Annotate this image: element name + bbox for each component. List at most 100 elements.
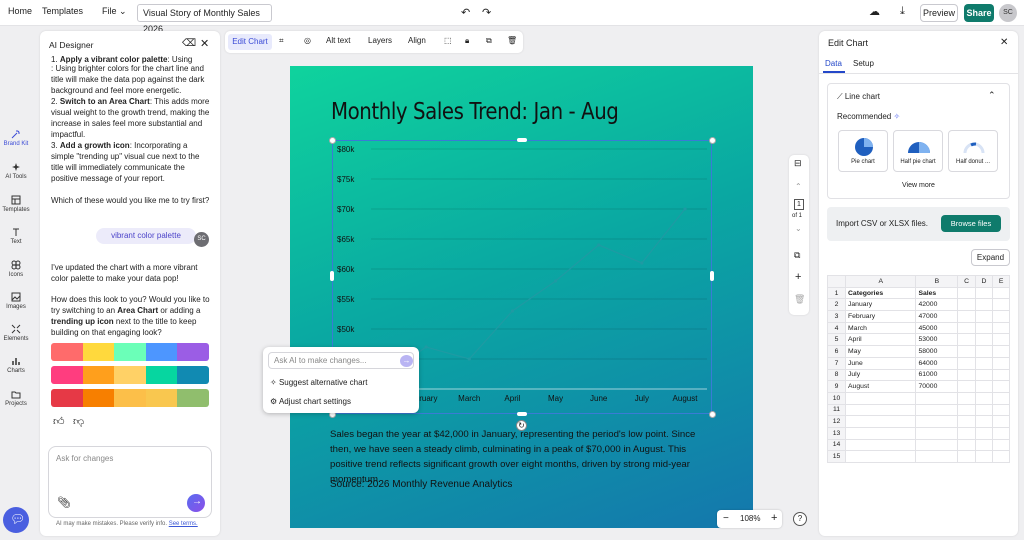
- slide-description[interactable]: Sales began the year at $42,000 in Janua…: [330, 427, 715, 487]
- page-number[interactable]: 1: [794, 199, 804, 210]
- sheet-cell[interactable]: [844, 450, 917, 463]
- sheet-cell[interactable]: D: [974, 275, 994, 288]
- sheet-cell[interactable]: [957, 286, 976, 300]
- sheet-cell[interactable]: [992, 450, 1010, 463]
- layers-button[interactable]: Layers: [368, 36, 392, 45]
- sheet-cell[interactable]: [974, 321, 994, 335]
- sheet-cell[interactable]: [957, 356, 976, 370]
- sheet-cell[interactable]: [992, 415, 1010, 428]
- lock-icon[interactable]: 🔒︎: [465, 36, 469, 46]
- resize-handle[interactable]: [517, 138, 527, 142]
- half-pie-chart-option[interactable]: Half pie chart: [893, 130, 943, 172]
- sheet-cell[interactable]: [974, 345, 994, 358]
- sheet-cell[interactable]: [974, 356, 994, 370]
- sheet-cell[interactable]: Sales: [915, 286, 959, 300]
- chat-fab-button[interactable]: 💬︎: [3, 507, 29, 533]
- help-icon[interactable]: ?: [793, 512, 807, 526]
- sheet-cell[interactable]: 47000: [915, 310, 959, 323]
- rail-images[interactable]: Images: [0, 292, 32, 310]
- sheet-cell[interactable]: [974, 415, 994, 428]
- sheet-cell[interactable]: August: [844, 380, 917, 393]
- templates-link[interactable]: Templates: [42, 6, 83, 16]
- sheet-cell[interactable]: [992, 356, 1010, 370]
- document-name-field[interactable]: Visual Story of Monthly Sales 2026: [137, 4, 272, 34]
- crop-icon[interactable]: ⌗: [279, 36, 284, 46]
- add-page-icon[interactable]: +: [795, 271, 801, 283]
- edit-chart-button[interactable]: Edit Chart: [228, 34, 272, 50]
- zoom-in-button[interactable]: +: [771, 512, 777, 524]
- slide-title[interactable]: Monthly Sales Trend: Jan - Aug: [331, 99, 619, 125]
- preview-button[interactable]: Preview: [920, 4, 958, 22]
- eraser-icon[interactable]: ⌫: [182, 38, 196, 49]
- rail-charts[interactable]: Charts: [0, 356, 32, 374]
- sheet-cell[interactable]: 53000: [915, 333, 959, 347]
- sheet-cell[interactable]: [974, 450, 994, 463]
- resize-handle[interactable]: [709, 411, 716, 418]
- sheet-cell[interactable]: 58000: [915, 345, 959, 358]
- resize-handle[interactable]: [709, 137, 716, 144]
- zoom-level[interactable]: 108%: [740, 514, 760, 523]
- zoom-out-button[interactable]: −: [723, 513, 729, 524]
- color-palette-option-3[interactable]: [51, 389, 209, 407]
- cloud-sync-icon[interactable]: ☁: [869, 5, 880, 18]
- sheet-cell[interactable]: [992, 286, 1010, 300]
- sheet-cell[interactable]: 70000: [915, 380, 959, 393]
- file-menu[interactable]: File ⌄: [102, 6, 127, 17]
- resize-handle[interactable]: [517, 412, 527, 416]
- rail-elements[interactable]: Elements: [0, 324, 32, 342]
- sheet-cell[interactable]: [915, 391, 959, 405]
- sheet-cell[interactable]: [844, 426, 917, 440]
- sheet-cell[interactable]: [974, 368, 994, 382]
- suggest-alternative-chart-option[interactable]: ✧ Suggest alternative chart: [270, 378, 367, 387]
- align-button[interactable]: Align: [408, 36, 426, 45]
- sheet-cell[interactable]: [915, 426, 959, 440]
- sheet-cell[interactable]: [915, 415, 959, 428]
- chevron-down-icon[interactable]: ⌄: [795, 224, 802, 233]
- sheet-cell[interactable]: C: [957, 275, 976, 288]
- rail-projects[interactable]: Projects: [0, 389, 32, 407]
- sheet-cell[interactable]: [992, 310, 1010, 323]
- sheet-cell[interactable]: 61000: [915, 368, 959, 382]
- sheet-cell[interactable]: [974, 298, 994, 312]
- sheet-cell[interactable]: April: [844, 333, 917, 347]
- sheet-cell[interactable]: [974, 426, 994, 440]
- resize-handle[interactable]: [330, 271, 334, 281]
- half-donut-chart-option[interactable]: Half donut ...: [948, 130, 998, 172]
- rail-brand-kit[interactable]: Brand Kit: [0, 129, 32, 147]
- sheet-cell[interactable]: E: [992, 275, 1010, 288]
- view-more-link[interactable]: View more: [902, 182, 935, 189]
- sheet-cell[interactable]: [992, 298, 1010, 312]
- send-button[interactable]: →: [187, 494, 205, 512]
- sheet-cell[interactable]: [844, 438, 917, 452]
- sheet-cell[interactable]: Categories: [844, 286, 917, 300]
- sheet-cell[interactable]: [974, 391, 994, 405]
- sheet-cell[interactable]: [957, 298, 976, 312]
- ask-for-changes-input[interactable]: Ask for changes 📎︎ →: [48, 446, 212, 518]
- sheet-cell[interactable]: [974, 333, 994, 347]
- expand-button[interactable]: Expand: [971, 249, 1010, 266]
- terms-link[interactable]: See terms.: [169, 521, 198, 527]
- share-button[interactable]: Share: [964, 4, 994, 22]
- sheet-cell[interactable]: June: [844, 356, 917, 370]
- alt-text-button[interactable]: Alt text: [326, 36, 350, 45]
- user-avatar[interactable]: SC: [999, 4, 1017, 22]
- resize-handle[interactable]: [710, 271, 714, 281]
- sheet-cell[interactable]: [957, 321, 976, 335]
- redo-icon[interactable]: ↷: [482, 6, 491, 19]
- pie-chart-option[interactable]: Pie chart: [838, 130, 888, 172]
- sheet-cell[interactable]: [992, 368, 1010, 382]
- sheet-cell[interactable]: [957, 403, 976, 417]
- rail-ai-tools[interactable]: AI Tools: [0, 162, 32, 180]
- sheet-cell[interactable]: [992, 333, 1010, 347]
- sheet-cell[interactable]: May: [844, 345, 917, 358]
- sheet-cell[interactable]: [992, 403, 1010, 417]
- sheet-cell[interactable]: [974, 380, 994, 393]
- sheet-cell[interactable]: [974, 310, 994, 323]
- sheet-cell[interactable]: [974, 403, 994, 417]
- undo-icon[interactable]: ↶: [461, 6, 470, 19]
- sheet-cell[interactable]: [974, 438, 994, 452]
- delete-page-icon[interactable]: 🗑︎: [794, 294, 805, 305]
- sheet-cell[interactable]: [957, 310, 976, 323]
- sheet-cell[interactable]: [957, 438, 976, 452]
- group-icon[interactable]: ⬚: [444, 36, 452, 45]
